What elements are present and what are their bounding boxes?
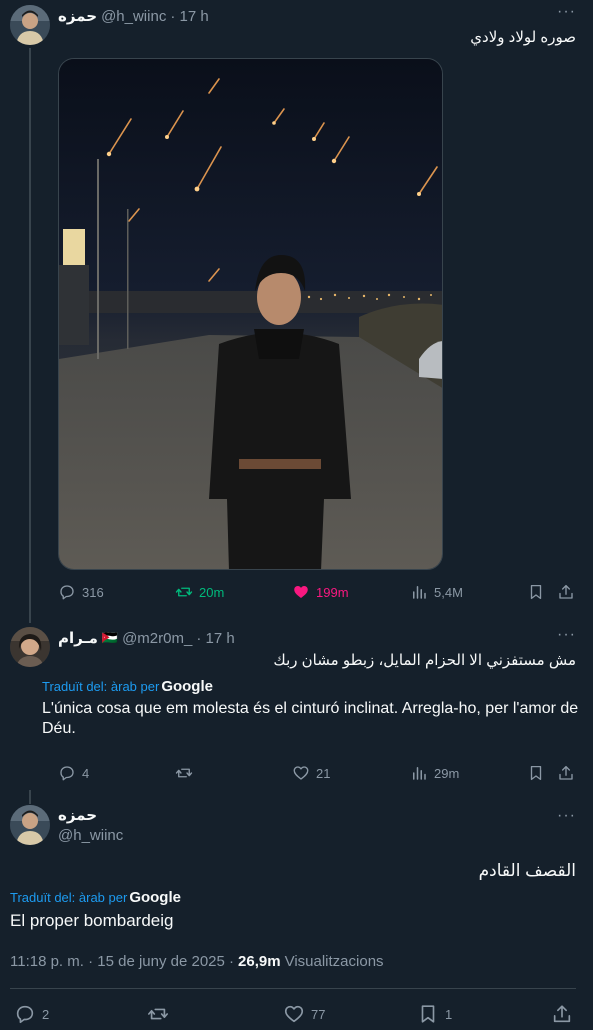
- views-count: 29m: [434, 765, 460, 781]
- translation-text: El proper bombardeig: [10, 911, 174, 930]
- tweet-photo[interactable]: [58, 58, 443, 570]
- views-label: Visualitzacions: [284, 953, 384, 970]
- divider: [10, 988, 576, 989]
- flag-emoji: 🇯🇴: [101, 630, 119, 645]
- like-button[interactable]: 199m: [292, 583, 349, 601]
- like-count: 21: [316, 765, 331, 781]
- bookmark-icon: [421, 1005, 435, 1023]
- username[interactable]: @h_wiinc: [58, 827, 123, 844]
- views-icon: [413, 767, 426, 780]
- translation-credit: Traduït del: àrab per Google: [42, 676, 213, 696]
- more-icon[interactable]: ···: [557, 807, 576, 825]
- translated-from-label[interactable]: Traduït del: àrab per: [42, 679, 159, 694]
- bookmark-icon: [530, 584, 542, 600]
- views-count: 5,4M: [434, 584, 463, 600]
- heart-icon: [284, 1005, 304, 1023]
- views-button[interactable]: 29m: [410, 764, 459, 782]
- retweet-count: 20m: [199, 584, 225, 600]
- share-button[interactable]: [557, 764, 575, 782]
- thread-line: [29, 790, 31, 804]
- timestamp[interactable]: · 17 h: [196, 630, 234, 647]
- retweet-button[interactable]: 20m: [175, 583, 224, 601]
- bookmark-button[interactable]: [527, 583, 545, 601]
- retweet-button[interactable]: [147, 1003, 169, 1025]
- like-count: 77: [311, 1006, 326, 1022]
- tweet-text: القصف القادم: [478, 861, 576, 880]
- reply-count: 316: [82, 584, 104, 600]
- like-button[interactable]: 21: [292, 764, 330, 782]
- share-icon: [559, 584, 573, 599]
- tweet-text: صوره لولاد ولادي: [470, 29, 576, 46]
- tweet-header: مـرام 🇯🇴 @m2r0m_ · 17 h: [58, 628, 235, 648]
- tweet-header: حمزه @h_wiinc · 17 h: [58, 6, 209, 26]
- thread-line: [29, 48, 31, 623]
- display-name[interactable]: حمزه: [58, 7, 97, 25]
- translation-text: L'única cosa que em molesta és el cintur…: [42, 700, 579, 737]
- timestamp[interactable]: · 17 h: [170, 8, 208, 25]
- retweet-icon: [148, 1008, 168, 1020]
- tweet-text: مش مستفزني الا الحزام المايل، زبطو مشان …: [273, 652, 576, 669]
- share-button[interactable]: [551, 1003, 573, 1025]
- like-button[interactable]: 77: [283, 1003, 325, 1025]
- like-count: 199m: [316, 584, 349, 600]
- google-logo: Google: [161, 677, 213, 695]
- reply-icon: [60, 766, 74, 781]
- bookmark-icon: [530, 765, 542, 781]
- post-timestamp[interactable]: 11:18 p. m. · 15 de juny de 2025 ·: [10, 953, 234, 970]
- share-icon: [559, 765, 573, 780]
- avatar[interactable]: [10, 5, 50, 45]
- heart-icon: [293, 766, 309, 780]
- more-icon[interactable]: ···: [557, 626, 576, 644]
- display-name[interactable]: حمزه: [58, 806, 97, 824]
- share-button[interactable]: [557, 583, 575, 601]
- reply-button[interactable]: 2: [14, 1003, 49, 1025]
- more-icon[interactable]: ···: [557, 3, 576, 21]
- reply-button[interactable]: 316: [58, 583, 104, 601]
- translation-credit: Traduït del: àrab per Google: [10, 887, 181, 907]
- display-name[interactable]: مـرام: [58, 629, 98, 647]
- google-logo: Google: [129, 888, 181, 906]
- retweet-button[interactable]: [175, 764, 193, 782]
- heart-icon: [294, 586, 308, 598]
- bookmark-count: 1: [445, 1006, 453, 1022]
- username[interactable]: @m2r0m_: [122, 630, 192, 647]
- translated-from-label[interactable]: Traduït del: àrab per: [10, 890, 127, 905]
- retweet-icon: [175, 768, 193, 778]
- bookmark-button[interactable]: 1: [417, 1003, 452, 1025]
- reply-icon: [60, 585, 74, 600]
- views-icon: [413, 586, 426, 599]
- bookmark-button[interactable]: [527, 764, 545, 782]
- reply-count: 4: [82, 765, 90, 781]
- share-icon: [553, 1005, 571, 1023]
- reply-button[interactable]: 4: [58, 764, 89, 782]
- views-total: 26,9m: [238, 953, 281, 970]
- reply-count: 2: [42, 1006, 50, 1022]
- retweet-icon: [175, 587, 193, 597]
- views-button[interactable]: 5,4M: [410, 583, 463, 601]
- avatar[interactable]: [10, 627, 50, 667]
- avatar[interactable]: [10, 805, 50, 845]
- username[interactable]: @h_wiinc: [101, 8, 166, 25]
- reply-icon: [16, 1005, 34, 1024]
- tweet-meta: 11:18 p. m. · 15 de juny de 2025 · 26,9m…: [10, 953, 384, 970]
